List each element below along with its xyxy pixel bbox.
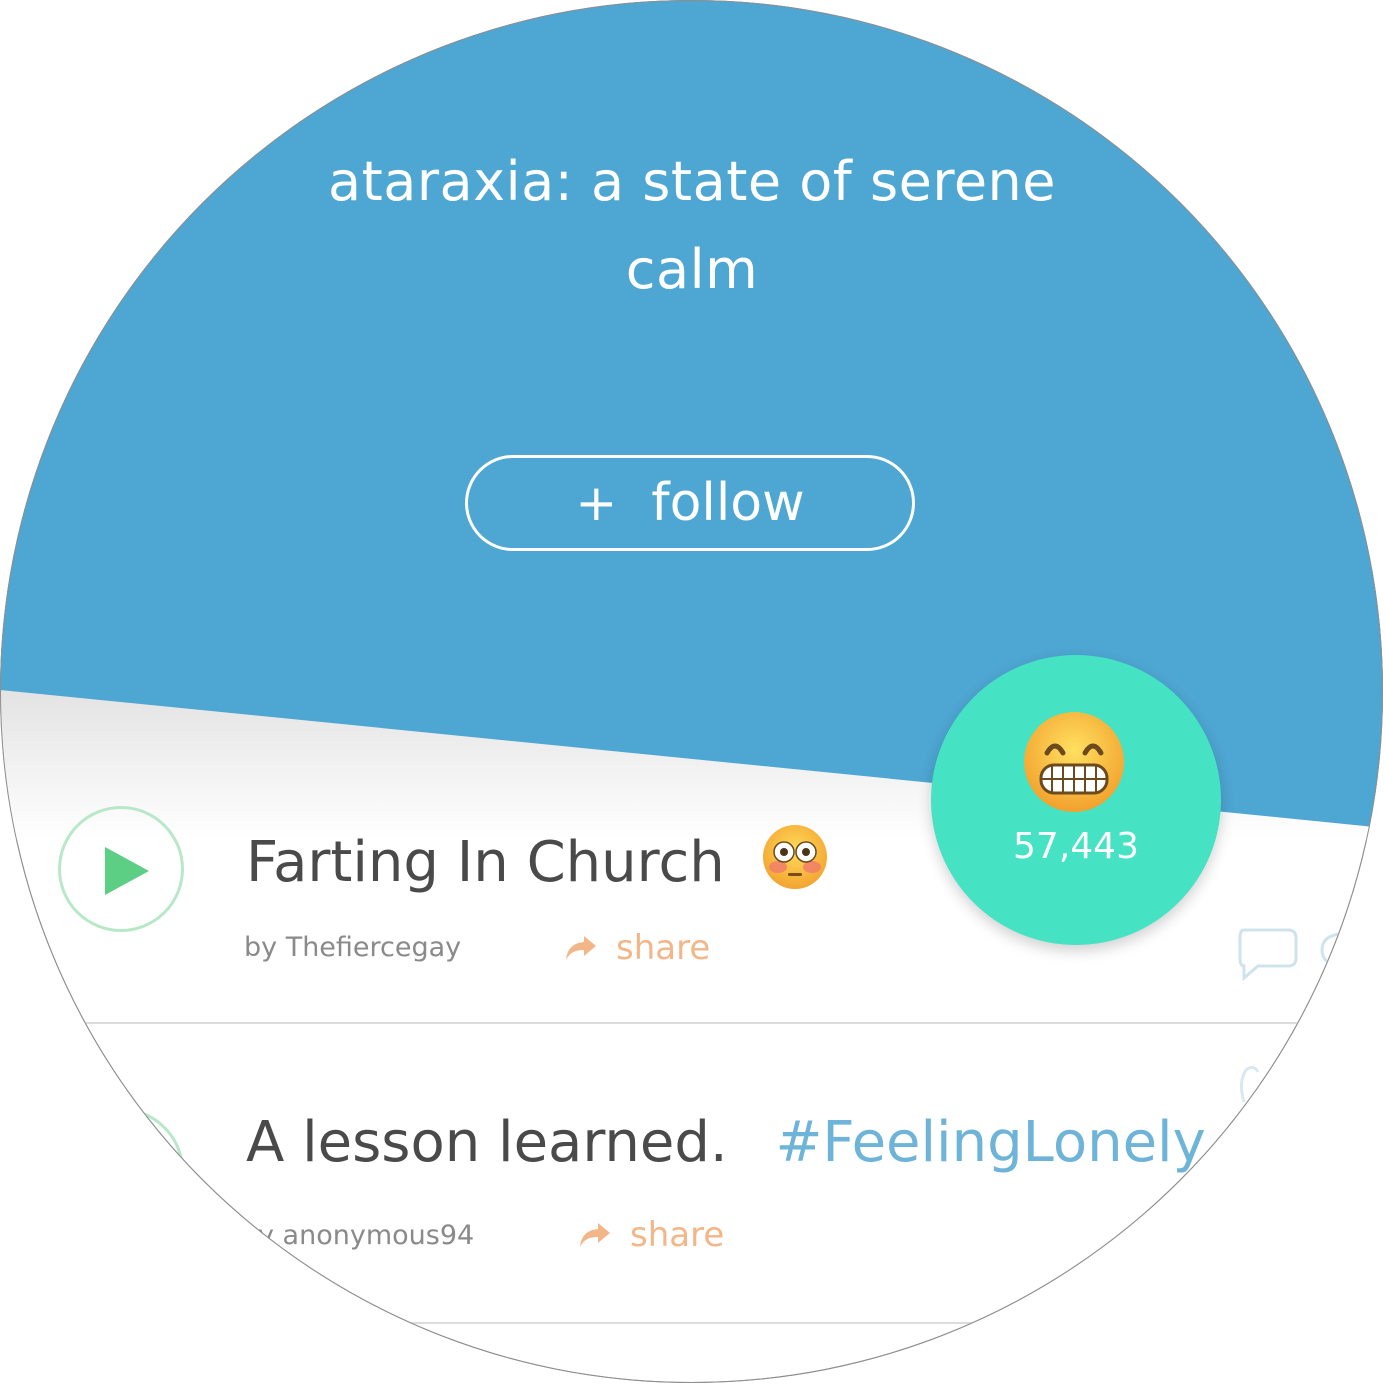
reaction-count: 57,443 bbox=[1013, 826, 1139, 867]
reaction-badge[interactable] bbox=[931, 655, 1221, 945]
more-icon[interactable] bbox=[1316, 930, 1346, 970]
plus-icon: + bbox=[575, 474, 618, 532]
share-label: share bbox=[630, 1215, 725, 1255]
collection-tagline: ataraxia: a state of serene calm bbox=[327, 150, 1057, 301]
share-arrow-icon bbox=[580, 1223, 610, 1247]
follow-button[interactable]: + follow bbox=[465, 455, 915, 551]
list-divider bbox=[82, 1322, 1383, 1324]
follow-label: follow bbox=[651, 473, 805, 533]
grinning-teeth-emoji-icon bbox=[1024, 712, 1124, 812]
post-title: A lesson learned. bbox=[246, 1110, 728, 1175]
post-hashtag[interactable]: #FeelingLonely bbox=[776, 1110, 1206, 1175]
share-label: share bbox=[616, 928, 711, 968]
magnified-view: ataraxia: a state of serene calm + follo… bbox=[0, 0, 1383, 1383]
list-divider bbox=[82, 1022, 1383, 1024]
post-author[interactable]: y anonymous94 bbox=[258, 1220, 474, 1251]
play-button[interactable] bbox=[58, 1108, 184, 1234]
post-title-row: A lesson learned. #FeelingLonely bbox=[246, 1110, 1206, 1175]
play-icon bbox=[105, 847, 149, 895]
post-author[interactable]: by Thefiercegay bbox=[244, 932, 461, 963]
share-button[interactable]: share bbox=[578, 1215, 724, 1255]
share-button[interactable]: share bbox=[564, 928, 710, 968]
comment-icon[interactable] bbox=[1236, 924, 1306, 984]
heart-icon[interactable] bbox=[1236, 1062, 1276, 1112]
share-arrow-icon bbox=[566, 936, 596, 960]
